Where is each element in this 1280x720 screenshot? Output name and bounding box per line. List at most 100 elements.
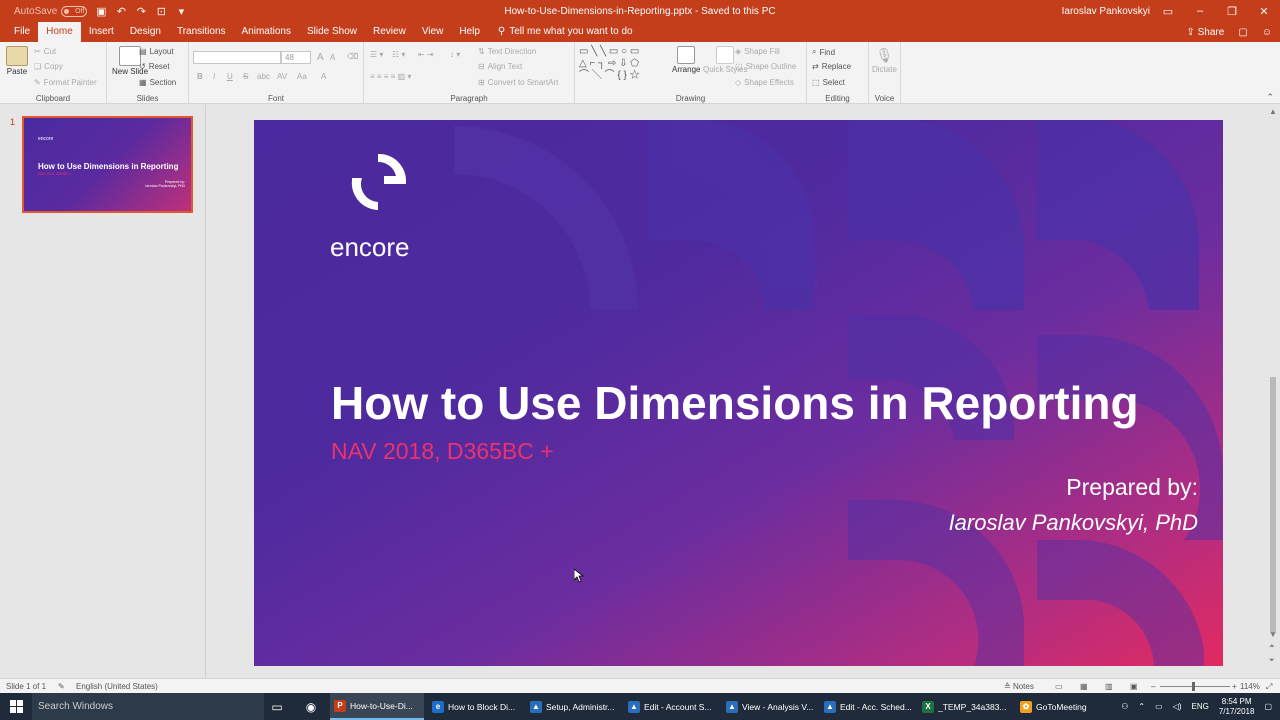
slide-subtitle[interactable]: NAV 2018, D365BC + <box>331 438 554 465</box>
clock[interactable]: 8:54 PM 7/17/2018 <box>1219 697 1255 717</box>
tab-animations[interactable]: Animations <box>234 22 299 42</box>
ribbon-display-options-icon[interactable]: ▭ <box>1152 0 1184 22</box>
tab-slide-show[interactable]: Slide Show <box>299 22 365 42</box>
notes-button[interactable]: ≙ Notes <box>1004 682 1034 691</box>
shadow-button[interactable]: abc <box>257 72 270 81</box>
tab-design[interactable]: Design <box>122 22 169 42</box>
share-button[interactable]: ⇪ Share <box>1186 27 1224 38</box>
align-icons[interactable]: ≡ ≡ ≡ ≡ ▥ ▾ <box>370 72 411 81</box>
bullets-icon[interactable]: ☰ ▾ <box>370 50 383 59</box>
tab-view[interactable]: View <box>414 22 452 42</box>
dictate-button[interactable]: 🎙 Dictate <box>872 47 897 74</box>
align-text-button[interactable]: ⊟ Align Text <box>478 62 522 71</box>
grow-font-button[interactable]: A <box>317 52 324 63</box>
spelling-icon[interactable]: ✎ <box>58 682 65 691</box>
scroll-down-icon[interactable]: ▼ <box>1269 630 1277 639</box>
font-name-box[interactable] <box>193 51 281 64</box>
previous-slide-icon[interactable]: ⏶ <box>1269 643 1275 651</box>
people-icon[interactable]: ⚇ <box>1121 702 1128 711</box>
copy-button[interactable]: ❏ Copy <box>34 62 63 71</box>
tab-file[interactable]: File <box>0 22 38 42</box>
tab-home[interactable]: Home <box>38 22 81 42</box>
comments-icon[interactable]: ▢ <box>1238 27 1247 38</box>
bold-button[interactable]: B <box>197 72 203 81</box>
arrange-button[interactable]: Arrange <box>672 46 700 74</box>
taskbar-app-gotomeeting[interactable]: ✿ GoToMeeting <box>1016 693 1110 720</box>
shape-outline-button[interactable]: ▢ Shape Outline <box>735 62 796 71</box>
shape-effects-button[interactable]: ◇ Shape Effects <box>735 78 794 87</box>
tab-help[interactable]: Help <box>451 22 488 42</box>
shape-fill-button[interactable]: ◈ Shape Fill <box>735 47 780 56</box>
taskbar-app-edge[interactable]: e How to Block Di... <box>428 693 522 720</box>
numbering-icon[interactable]: ☷ ▾ <box>392 50 405 59</box>
slide-title[interactable]: How to Use Dimensions in Reporting <box>331 376 1139 430</box>
zoom-level[interactable]: 114% <box>1240 682 1260 691</box>
text-direction-button[interactable]: ⇅ Text Direction <box>478 47 536 56</box>
char-spacing-button[interactable]: AV <box>277 72 287 81</box>
zoom-slider-knob[interactable] <box>1192 682 1195 691</box>
scrollbar-thumb[interactable] <box>1270 377 1276 633</box>
close-icon[interactable]: ✕ <box>1248 0 1280 22</box>
restore-icon[interactable]: ❐ <box>1216 0 1248 22</box>
user-name[interactable]: Iaroslav Pankovskyi <box>1062 6 1150 17</box>
scroll-up-icon[interactable]: ▲ <box>1269 107 1277 116</box>
strikethrough-button[interactable]: S <box>243 72 248 81</box>
vertical-scrollbar[interactable]: ▲ ▼ ⏶ ⏷ <box>1266 105 1280 678</box>
minimize-icon[interactable]: – <box>1184 0 1216 22</box>
cut-button[interactable]: ✂ Cut <box>34 47 56 56</box>
save-icon[interactable]: ▣ <box>95 5 107 18</box>
find-button[interactable]: ⌕ Find <box>812 47 835 57</box>
format-painter-button[interactable]: ✎ Format Painter <box>34 78 97 87</box>
section-button[interactable]: ▦ Section <box>139 78 176 87</box>
taskbar-app-powerpoint[interactable]: P How-to-Use-Di... <box>330 693 424 720</box>
reset-button[interactable]: ↺ Reset <box>139 62 170 71</box>
font-size-box[interactable]: 48 <box>281 51 311 64</box>
tray-overflow-icon[interactable]: ⌃ <box>1138 702 1145 711</box>
customize-qat-icon[interactable]: ▾ <box>175 5 187 18</box>
underline-button[interactable]: U <box>227 72 233 81</box>
line-spacing-icon[interactable]: ↕ ▾ <box>450 50 460 59</box>
next-slide-icon[interactable]: ⏷ <box>1269 657 1275 665</box>
author-name[interactable]: Iaroslav Pankovskyi, PhD <box>949 510 1198 536</box>
paste-button[interactable]: Paste <box>6 46 28 76</box>
windows-start-icon[interactable] <box>0 693 32 720</box>
convert-smartart-button[interactable]: ⊞ Convert to SmartArt <box>478 78 558 87</box>
tab-insert[interactable]: Insert <box>81 22 122 42</box>
change-case-button[interactable]: Aa <box>297 72 307 81</box>
clear-formatting-icon[interactable]: ⌫ <box>347 52 358 61</box>
slide-sorter-icon[interactable]: ▦ <box>1080 682 1088 691</box>
start-slideshow-icon[interactable]: ⊡ <box>155 5 167 18</box>
network-icon[interactable]: ▭ <box>1155 702 1163 711</box>
taskbar-app-setup[interactable]: ▲ Setup, Administr... <box>526 693 620 720</box>
shrink-font-button[interactable]: A <box>330 53 335 62</box>
reading-view-icon[interactable]: ▥ <box>1105 682 1113 691</box>
input-language[interactable]: ENG <box>1192 702 1209 711</box>
tab-transitions[interactable]: Transitions <box>169 22 234 42</box>
zoom-out-icon[interactable]: – <box>1151 682 1155 691</box>
taskbar-app-analysis[interactable]: ▲ View - Analysis V... <box>722 693 816 720</box>
autosave-toggle[interactable]: AutoSave Off <box>14 5 88 17</box>
redo-icon[interactable]: ↷ <box>135 5 147 18</box>
taskbar-app-account[interactable]: ▲ Edit - Account S... <box>624 693 718 720</box>
smiley-icon[interactable]: ☺ <box>1262 27 1272 38</box>
undo-icon[interactable]: ↶ <box>115 5 127 18</box>
zoom-slider-track[interactable] <box>1160 686 1230 687</box>
slide[interactable]: encore How to Use Dimensions in Reportin… <box>254 120 1223 666</box>
italic-button[interactable]: I <box>213 72 215 81</box>
fit-to-window-icon[interactable]: ⤢ <box>1266 682 1272 692</box>
prepared-by-label[interactable]: Prepared by: <box>1066 474 1198 501</box>
shapes-gallery[interactable]: ▭ ╲ ╲ ▭ ○ ▭ △ ⌐ ┐ ⇨ ⇩ ⬠ ⌒ ╲ ⌒ { } ☆ <box>579 47 640 81</box>
action-center-icon[interactable]: ▢ <box>1264 702 1272 711</box>
tab-review[interactable]: Review <box>365 22 414 42</box>
tell-me-box[interactable]: ⚲ Tell me what you want to do <box>498 22 633 42</box>
select-button[interactable]: ⬚ Select <box>812 78 845 87</box>
collapse-ribbon-icon[interactable]: ⌃ <box>1266 92 1274 103</box>
font-color-button[interactable]: A <box>321 72 326 81</box>
zoom-in-icon[interactable]: + <box>1232 682 1237 691</box>
slideshow-view-icon[interactable]: ▣ <box>1130 682 1138 691</box>
pinned-app-icon[interactable]: ◉ <box>298 693 324 720</box>
language-status[interactable]: English (United States) <box>76 682 158 691</box>
task-view-icon[interactable]: ▭ <box>264 693 290 720</box>
indent-icons[interactable]: ⇤ ⇥ <box>418 50 434 59</box>
replace-button[interactable]: ⇄ Replace <box>812 62 851 71</box>
